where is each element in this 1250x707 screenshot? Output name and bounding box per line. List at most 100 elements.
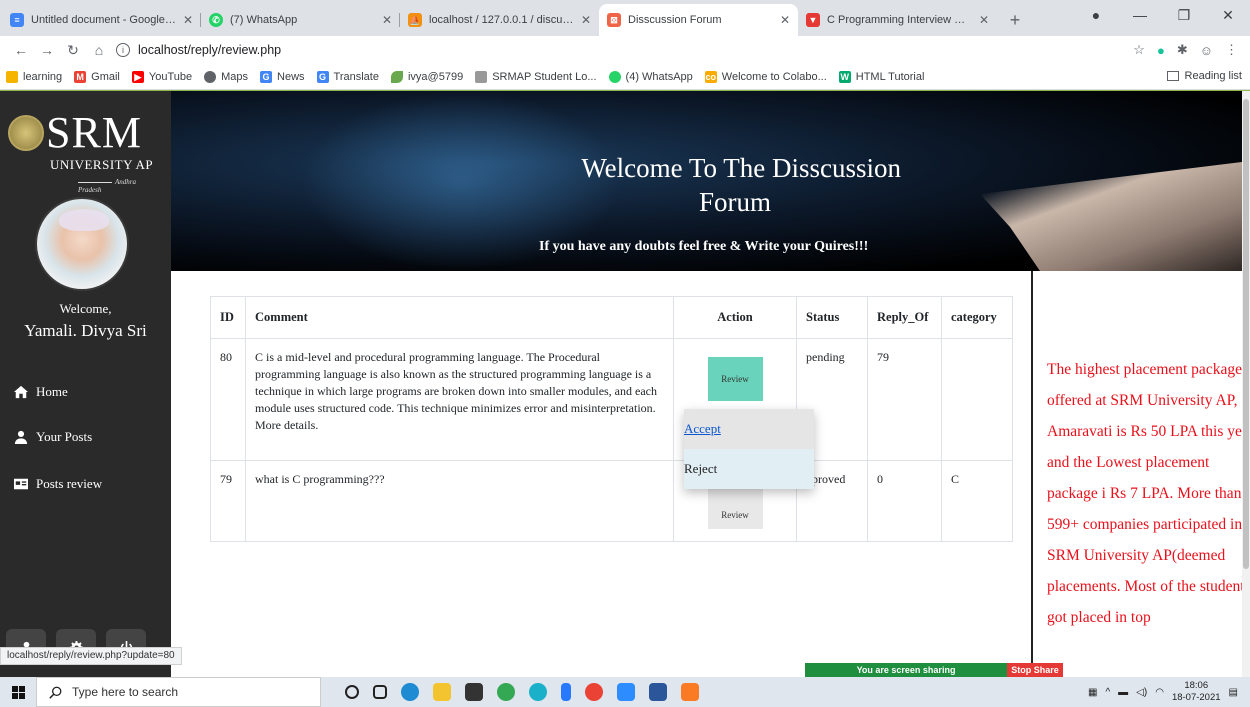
keyboard-icon[interactable]: ▦ bbox=[1088, 687, 1097, 698]
bookmark-youtube[interactable]: ▶ YouTube bbox=[131, 70, 192, 83]
screen-share-bar: You are screen sharing Stop Share bbox=[805, 663, 1063, 677]
sidebar-item-posts-review[interactable]: Posts review bbox=[0, 469, 171, 499]
colab-icon: co bbox=[704, 70, 717, 83]
bookmark-srmap[interactable]: SRMAP Student Lo... bbox=[475, 70, 597, 83]
address-bar[interactable]: i localhost/reply/review.php bbox=[116, 38, 1133, 62]
stop-share-button[interactable]: Stop Share bbox=[1007, 663, 1063, 677]
taskbar-search[interactable]: Type here to search bbox=[36, 677, 321, 707]
clock[interactable]: 18:06 18-07-2021 bbox=[1172, 680, 1221, 704]
bookmark-gmail[interactable]: M Gmail bbox=[74, 70, 120, 83]
cell-category bbox=[941, 338, 1013, 461]
wifi-icon[interactable]: ◠ bbox=[1155, 687, 1164, 698]
notes-icon[interactable] bbox=[561, 683, 571, 701]
header-reply-of: Reply_Of bbox=[867, 296, 942, 339]
header-id: ID bbox=[210, 296, 246, 339]
edge-icon[interactable] bbox=[401, 683, 419, 701]
tab-search-icon[interactable]: ● bbox=[1074, 7, 1118, 23]
hero-banner: Welcome To The Disscussion Forum If you … bbox=[171, 91, 1250, 271]
word-icon[interactable] bbox=[649, 683, 667, 701]
home-icon[interactable]: ⌂ bbox=[86, 42, 112, 58]
hero-hand-image bbox=[980, 161, 1250, 271]
bookmark-news[interactable]: G News bbox=[260, 70, 305, 83]
folder-icon bbox=[6, 70, 18, 83]
translate-icon: G bbox=[316, 70, 329, 83]
file-explorer-icon[interactable] bbox=[433, 683, 451, 701]
bookmark-maps[interactable]: Maps bbox=[204, 70, 248, 83]
tab-google-docs[interactable]: ≡ Untitled document - Google Doc ✕ bbox=[2, 4, 201, 36]
reading-list-button[interactable]: Reading list bbox=[1166, 70, 1242, 82]
sidebar-item-home[interactable]: Home bbox=[0, 377, 171, 407]
reject-option[interactable]: Reject bbox=[684, 449, 814, 489]
profile-avatar-icon[interactable]: ☺ bbox=[1200, 43, 1213, 58]
window-close-icon[interactable]: ✕ bbox=[1206, 7, 1250, 24]
whatsapp-icon[interactable] bbox=[529, 683, 547, 701]
zoom-icon[interactable] bbox=[617, 683, 635, 701]
chevron-up-icon[interactable]: ^ bbox=[1105, 687, 1110, 698]
extensions-icon[interactable]: ✱ bbox=[1177, 42, 1188, 58]
tab-phpmyadmin[interactable]: ⛵ localhost / 127.0.0.1 / discussion ✕ bbox=[400, 4, 599, 36]
close-icon[interactable]: ✕ bbox=[382, 13, 392, 27]
notifications-icon[interactable]: ▤ bbox=[1229, 687, 1238, 698]
battery-icon[interactable]: ▬ bbox=[1118, 687, 1128, 698]
chrome-icon[interactable] bbox=[585, 683, 603, 701]
back-icon[interactable]: ← bbox=[8, 42, 34, 58]
bookmark-ivya[interactable]: ivya@5799 bbox=[390, 70, 463, 83]
cortana-icon[interactable] bbox=[345, 685, 359, 699]
close-icon[interactable]: ✕ bbox=[581, 13, 591, 27]
minimize-icon[interactable]: — bbox=[1118, 7, 1162, 23]
xampp-icon[interactable] bbox=[681, 683, 699, 701]
whatsapp-icon bbox=[608, 70, 621, 83]
review-button[interactable]: Review bbox=[707, 485, 763, 529]
chrome-icon[interactable] bbox=[497, 683, 515, 701]
bookmark-whatsapp[interactable]: (4) WhatsApp bbox=[608, 70, 693, 83]
page-subtitle: If you have any doubts feel free & Write… bbox=[539, 239, 869, 254]
close-icon[interactable]: ✕ bbox=[979, 13, 989, 27]
accept-option[interactable]: Accept bbox=[684, 409, 814, 449]
reload-icon[interactable]: ↻ bbox=[60, 42, 86, 59]
tab-whatsapp[interactable]: ✆ (7) WhatsApp ✕ bbox=[201, 4, 400, 36]
scrollbar-thumb[interactable] bbox=[1243, 99, 1249, 569]
close-icon[interactable]: ✕ bbox=[183, 13, 193, 27]
page-title: Welcome To The Disscussion Forum bbox=[581, 153, 901, 217]
srm-logo[interactable]: SRM UNIVERSITY AP Andhra Pradesh bbox=[8, 111, 158, 194]
forum-icon: ⊠ bbox=[607, 13, 621, 27]
new-tab-button[interactable]: + bbox=[1001, 6, 1029, 34]
forward-icon[interactable]: → bbox=[34, 42, 60, 58]
globe-icon bbox=[204, 70, 217, 83]
start-button[interactable] bbox=[0, 685, 36, 699]
task-view-icon[interactable] bbox=[373, 685, 387, 699]
sidebar: SRM UNIVERSITY AP Andhra Pradesh Welcome… bbox=[0, 91, 171, 677]
page-scrollbar[interactable] bbox=[1242, 91, 1250, 677]
table-row: 80 C is a mid-level and procedural progr… bbox=[210, 338, 1013, 461]
cell-id: 79 bbox=[210, 460, 246, 542]
bookmark-translate[interactable]: G Translate bbox=[316, 70, 379, 83]
avatar bbox=[35, 197, 129, 291]
tab-c-interview[interactable]: ▼ C Programming Interview Questi ✕ bbox=[798, 4, 997, 36]
grammarly-icon[interactable]: ● bbox=[1157, 43, 1165, 58]
maximize-icon[interactable]: ❐ bbox=[1162, 7, 1206, 24]
volume-icon[interactable]: ◁) bbox=[1136, 687, 1147, 698]
header-action: Action bbox=[673, 296, 797, 339]
bookmark-colab[interactable]: co Welcome to Colabo... bbox=[704, 70, 827, 83]
browser-toolbar: ← → ↻ ⌂ i localhost/reply/review.php ☆ ●… bbox=[0, 36, 1250, 64]
placement-info-text: The highest placement package offered at… bbox=[1047, 361, 1250, 626]
gmail-icon: M bbox=[74, 70, 87, 83]
w3schools-icon: W bbox=[838, 70, 851, 83]
store-icon[interactable] bbox=[465, 683, 483, 701]
review-button[interactable]: Review bbox=[707, 357, 763, 401]
tab-strip: ≡ Untitled document - Google Doc ✕ ✆ (7)… bbox=[0, 0, 1250, 36]
placement-info-panel: The highest placement package offered at… bbox=[1031, 271, 1250, 677]
home-icon bbox=[14, 385, 28, 399]
close-icon[interactable]: ✕ bbox=[780, 13, 790, 27]
bookmark-learning[interactable]: learning bbox=[6, 70, 62, 83]
tab-discussion-forum[interactable]: ⊠ Disscussion Forum ✕ bbox=[599, 4, 798, 36]
srmap-icon bbox=[475, 70, 488, 83]
sidebar-item-your-posts[interactable]: Your Posts bbox=[0, 422, 171, 452]
menu-icon[interactable]: ⋮ bbox=[1225, 42, 1238, 58]
whatsapp-icon: ✆ bbox=[209, 13, 223, 27]
reading-list-icon bbox=[1166, 71, 1179, 81]
info-icon[interactable]: i bbox=[116, 43, 130, 57]
bookmark-html-tutorial[interactable]: W HTML Tutorial bbox=[838, 70, 924, 83]
star-icon[interactable]: ☆ bbox=[1133, 42, 1145, 58]
triangle-logo-icon: ▼ bbox=[806, 13, 820, 27]
